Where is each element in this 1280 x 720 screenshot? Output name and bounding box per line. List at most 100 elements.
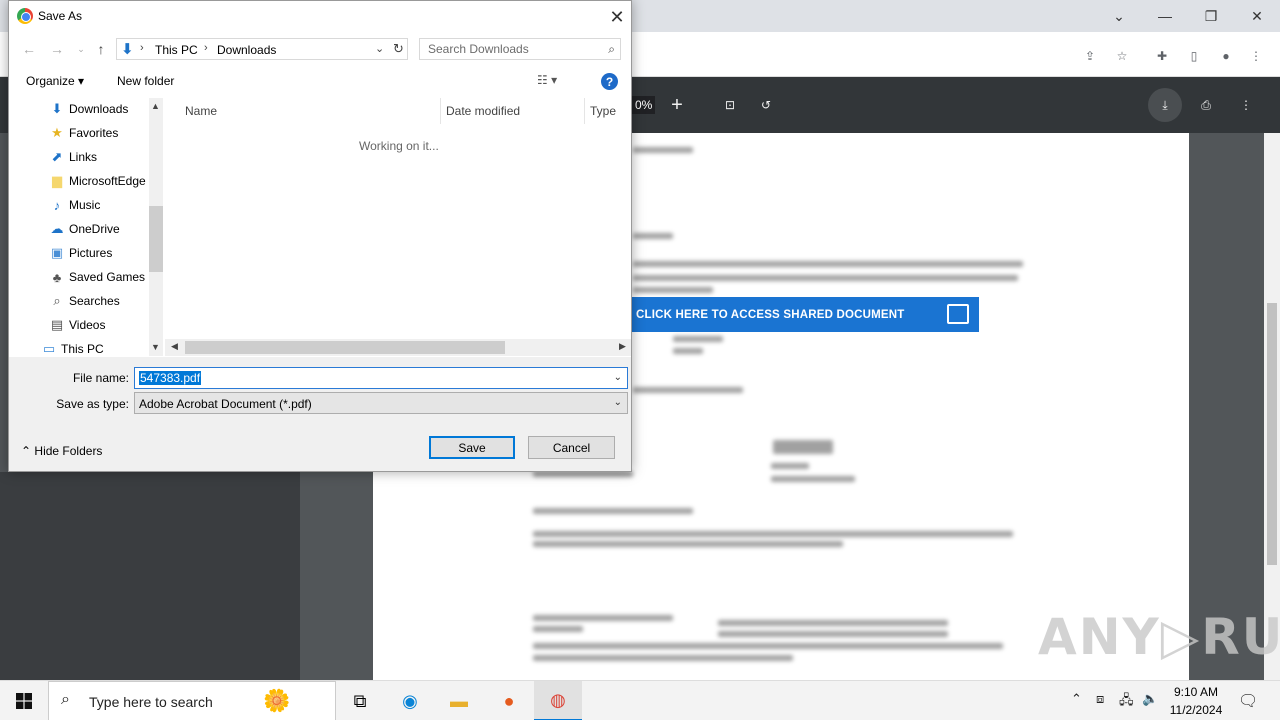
chrome-taskbar-icon[interactable]: ◍ — [534, 681, 582, 720]
cancel-button[interactable]: Cancel — [528, 436, 615, 459]
nav-scroll-thumb[interactable] — [149, 206, 163, 272]
tray-device-icon[interactable]: ⧈ — [1096, 691, 1104, 707]
side-panel-icon[interactable]: ▯ — [1182, 44, 1206, 68]
breadcrumb-downloads[interactable]: Downloads — [217, 43, 276, 57]
horizontal-scroll-thumb[interactable] — [185, 341, 505, 354]
sidebar-item-music[interactable]: ♪ Music — [9, 194, 149, 216]
zoom-level[interactable]: 0% — [632, 96, 656, 114]
savetype-dropdown-icon[interactable]: ⌄ — [614, 397, 622, 408]
sidebar-item-favorites[interactable]: ★ Favorites — [9, 122, 149, 144]
download-icon: ⬇ — [51, 101, 63, 116]
help-icon[interactable]: ? — [601, 73, 618, 90]
forward-arrow-icon[interactable]: → — [47, 39, 67, 59]
horizontal-scrollbar[interactable]: ◀ ▶ — [165, 339, 631, 356]
column-type[interactable]: Type — [590, 104, 616, 118]
sidebar-item-pictures[interactable]: ▣ Pictures — [9, 242, 149, 264]
clock-date[interactable]: 11/2/2024 — [1166, 703, 1226, 717]
music-icon: ♪ — [53, 197, 61, 213]
chevron-up-icon: ⌃ — [21, 444, 32, 458]
scroll-left-icon[interactable]: ◀ — [171, 341, 178, 352]
back-arrow-icon[interactable]: ← — [19, 39, 39, 59]
extensions-icon[interactable]: ✚ — [1150, 44, 1174, 68]
dialog-title: Save As — [38, 9, 83, 23]
sidebar-item-label: Links — [69, 150, 98, 164]
tray-chevron-up-icon[interactable]: ⌃ — [1071, 691, 1082, 707]
scroll-down-icon[interactable]: ▼ — [151, 342, 160, 352]
column-name[interactable]: Name — [185, 104, 217, 118]
search-icon: ⌕ — [53, 293, 61, 308]
up-arrow-icon[interactable]: ↑ — [91, 39, 111, 59]
close-window-button[interactable]: ✕ — [1234, 0, 1280, 32]
search-icon[interactable]: ⌕ — [608, 42, 615, 57]
refresh-icon[interactable]: ↻ — [393, 41, 404, 57]
minimize-button[interactable]: — — [1142, 0, 1188, 32]
pdf-scrollbar[interactable] — [1264, 133, 1280, 680]
breadcrumb-chevron-icon[interactable]: › — [140, 42, 144, 54]
edge-icon[interactable]: ◉ — [386, 681, 434, 720]
search-icon: ⌕ — [61, 691, 70, 708]
downloads-folder-icon: ⬇ — [121, 41, 134, 58]
file-explorer-icon[interactable]: ▬ — [435, 681, 483, 720]
sidebar-item-links[interactable]: ⬈ Links — [9, 146, 149, 168]
address-bar[interactable]: ⬇ › This PC › Downloads ⌄ ↻ — [116, 38, 408, 60]
view-options-icon[interactable]: ☷ ▾ — [537, 73, 557, 87]
download-icon[interactable]: ⤓ — [1148, 88, 1182, 122]
address-dropdown-icon[interactable]: ⌄ — [375, 42, 384, 55]
sidebar-item-label: Favorites — [69, 126, 119, 140]
sidebar-item-this-pc[interactable]: ▭ This PC — [9, 338, 149, 356]
breadcrumb-this-pc[interactable]: This PC — [155, 43, 198, 57]
start-button[interactable] — [0, 681, 48, 720]
column-date-modified[interactable]: Date modified — [446, 104, 520, 118]
sidebar-item-microsoftedge[interactable]: ▆ MicrosoftEdge — [9, 170, 149, 192]
nav-pane-scrollbar[interactable]: ▲ ▼ — [149, 98, 163, 356]
filename-label: File name: — [72, 371, 129, 385]
breadcrumb-chevron-icon[interactable]: › — [204, 42, 208, 54]
sidebar-item-label: OneDrive — [69, 222, 120, 236]
sidebar-item-videos[interactable]: ▤ Videos — [9, 314, 149, 336]
sidebar-item-saved-games[interactable]: ♣ Saved Games — [9, 266, 149, 288]
print-icon[interactable]: ⎙ — [1194, 93, 1218, 117]
scroll-right-icon[interactable]: ▶ — [619, 341, 626, 352]
pdf-scroll-thumb[interactable] — [1267, 303, 1277, 565]
scroll-up-icon[interactable]: ▲ — [151, 101, 160, 111]
pdf-more-icon[interactable]: ⋮ — [1234, 93, 1258, 117]
windows-logo-icon — [16, 693, 32, 709]
organize-button[interactable]: Organize ▾ — [26, 74, 84, 88]
hide-folders-button[interactable]: ⌃ Hide Folders — [21, 444, 102, 458]
firefox-icon[interactable]: ● — [485, 681, 533, 720]
search-input[interactable] — [420, 39, 600, 59]
notifications-icon[interactable]: 🗨 — [1238, 691, 1258, 711]
restore-button[interactable]: ❐ — [1188, 0, 1234, 32]
search-highlight-icon[interactable]: 🌼 — [263, 688, 290, 714]
fit-page-icon[interactable]: ⊡ — [718, 93, 742, 117]
profile-avatar-icon[interactable]: ● — [1214, 44, 1238, 68]
access-document-banner[interactable]: CLICK HERE TO ACCESS SHARED DOCUMENT — [632, 297, 979, 332]
pdf-sidebar-area — [0, 472, 300, 680]
filename-value[interactable]: 547383.pdf — [139, 371, 202, 385]
sidebar-item-onedrive[interactable]: ☁ OneDrive — [9, 218, 149, 240]
navigation-row: ← → ⌄ ↑ ⬇ › This PC › Downloads ⌄ ↻ ⌕ — [9, 36, 631, 62]
recent-dropdown-icon[interactable]: ⌄ — [71, 39, 91, 59]
zoom-in-icon[interactable]: + — [665, 93, 689, 117]
search-box[interactable]: ⌕ — [419, 38, 621, 60]
link-icon: ⬈ — [51, 149, 63, 164]
savetype-select[interactable]: Adobe Acrobat Document (*.pdf) ⌄ — [134, 392, 628, 414]
new-folder-button[interactable]: New folder — [117, 74, 174, 88]
sidebar-item-downloads[interactable]: ⬇ Downloads — [9, 98, 149, 120]
sidebar-item-searches[interactable]: ⌕ Searches — [9, 290, 149, 312]
taskbar-search-box[interactable]: ⌕ Type here to search 🌼 — [48, 681, 336, 720]
save-button[interactable]: Save — [429, 436, 515, 459]
filename-field[interactable]: 547383.pdf ⌄ — [134, 367, 628, 389]
task-view-icon[interactable]: ⧉ — [336, 681, 384, 720]
dialog-close-button[interactable]: ✕ — [605, 5, 629, 29]
filename-dropdown-icon[interactable]: ⌄ — [614, 372, 622, 383]
sidebar-item-label: MicrosoftEdge — [69, 174, 146, 188]
bookmark-star-icon[interactable]: ☆ — [1110, 44, 1134, 68]
rotate-icon[interactable]: ↺ — [754, 93, 778, 117]
network-icon[interactable]: 🖧 — [1119, 691, 1134, 713]
share-icon[interactable]: ⇪ — [1078, 44, 1102, 68]
tab-search-chevron-icon[interactable]: ⌄ — [1096, 0, 1142, 32]
clock-time[interactable]: 9:10 AM — [1166, 685, 1226, 699]
volume-icon[interactable]: 🔈 — [1142, 691, 1158, 707]
chrome-menu-icon[interactable]: ⋮ — [1244, 44, 1268, 68]
